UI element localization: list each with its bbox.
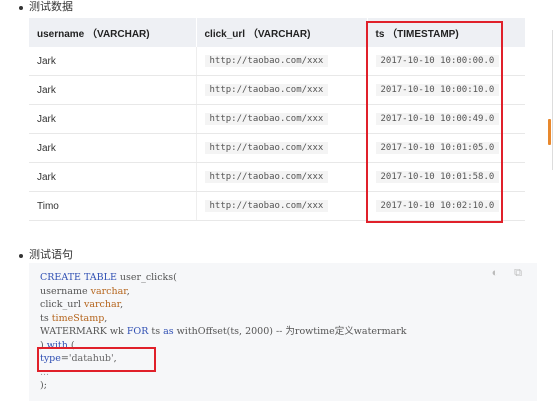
code-content: CREATE TABLE user_clicks( username varch… [40,271,407,393]
copy-icon[interactable]: ⧉ [511,267,525,279]
code-line: ); [40,380,47,391]
cell-ts: 2017-10-10 10:01:58.0 [367,162,525,192]
cell-ts: 2017-10-10 10:02:10.0 [367,191,525,221]
code-line: type='datahub', [40,352,407,366]
code-text: withOffset(ts, 2000) -- 为rowtime定义waterm… [173,326,407,337]
code-text: WATERMARK wk [40,326,127,337]
timestamp-value: 2017-10-10 10:01:58.0 [375,171,500,183]
code-key: type [40,353,61,364]
timestamp-value: 2017-10-10 10:00:49.0 [375,113,500,125]
cell-ts: 2017-10-10 10:00:10.0 [367,75,525,105]
timestamp-value: 2017-10-10 10:02:10.0 [375,200,500,212]
cell-click-url: http://taobao.com/xxx [196,191,368,221]
url-value: http://taobao.com/xxx [204,113,329,125]
code-text: ts [148,326,164,337]
code-text: ) [40,339,47,351]
cell-username: Timo [29,191,197,221]
code-text: , [113,353,117,364]
cell-click-url: http://taobao.com/xxx [196,47,368,76]
cell-click-url: http://taobao.com/xxx [196,133,368,163]
timestamp-value: 2017-10-10 10:00:00.0 [375,55,500,67]
cell-ts: 2017-10-10 10:01:05.0 [367,133,525,163]
section-heading-test-statement: 测试语句 [29,249,73,261]
code-text: username [40,285,91,297]
cell-username: Jark [29,162,197,192]
url-value: http://taobao.com/xxx [204,55,329,67]
code-text: , [126,285,130,297]
timestamp-value: 2017-10-10 10:01:05.0 [375,142,500,154]
table-row: Jark http://taobao.com/xxx 2017-10-10 10… [29,47,525,76]
code-block: ◐ ⧉ CREATE TABLE user_clicks( username v… [29,263,537,401]
code-line: ) with ( [40,339,407,353]
code-text: , [104,312,108,324]
bullet [19,254,23,258]
table-row: Jark http://taobao.com/xxx 2017-10-10 10… [29,133,525,163]
code-text: ts [40,312,52,324]
bullet [19,6,23,10]
toggle-icon[interactable]: ◐ [488,267,502,279]
timestamp-value: 2017-10-10 10:00:10.0 [375,84,500,96]
cell-click-url: http://taobao.com/xxx [196,104,368,134]
column-header-click-url: click_url （VARCHAR) [196,18,368,47]
cell-username: Jark [29,75,197,105]
cell-ts: 2017-10-10 10:00:49.0 [367,104,525,134]
code-line: CREATE TABLE user_clicks( [40,271,407,285]
code-keyword: as [163,326,174,337]
code-line: ... [40,366,50,378]
scrollbar-thumb[interactable] [548,119,551,145]
cell-username: Jark [29,104,197,134]
cell-ts: 2017-10-10 10:00:00.0 [367,47,525,76]
code-text: click_url [40,299,84,310]
code-text: ( [67,339,75,351]
cell-username: Jark [29,47,197,76]
table-header-row: username （VARCHAR) click_url （VARCHAR) t… [29,18,525,47]
code-line: username varchar, [40,285,407,299]
url-value: http://taobao.com/xxx [204,142,329,154]
cell-username: Jark [29,133,197,163]
table-row: Jark http://taobao.com/xxx 2017-10-10 10… [29,75,525,105]
code-keyword: CREATE TABLE [40,272,117,283]
code-line: ts timeStamp, [40,312,407,326]
code-type: timeStamp [51,312,105,324]
code-text: , [120,299,124,310]
code-type: varchar [83,299,121,310]
data-table: username （VARCHAR) click_url （VARCHAR) t… [29,18,525,221]
section-heading-test-data: 测试数据 [29,1,73,13]
table-row: Timo http://taobao.com/xxx 2017-10-10 10… [29,191,525,221]
code-keyword: FOR [126,326,149,337]
scrollbar-rail [552,30,553,170]
code-line: click_url varchar, [40,298,407,312]
table-row: Jark http://taobao.com/xxx 2017-10-10 10… [29,104,525,134]
table-row: Jark http://taobao.com/xxx 2017-10-10 10… [29,162,525,192]
cell-click-url: http://taobao.com/xxx [196,162,368,192]
code-text: user_clicks( [116,272,177,283]
url-value: http://taobao.com/xxx [204,171,329,183]
code-type: varchar [90,285,127,297]
column-header-ts: ts （TIMESTAMP) [367,18,525,47]
column-header-username: username （VARCHAR) [29,18,197,47]
url-value: http://taobao.com/xxx [204,200,329,212]
cell-click-url: http://taobao.com/xxx [196,75,368,105]
code-string: 'datahub' [68,353,114,364]
code-keyword: with [46,339,68,351]
code-line: WATERMARK wk FOR ts as withOffset(ts, 20… [40,325,407,339]
url-value: http://taobao.com/xxx [204,84,329,96]
code-text: = [60,353,69,364]
